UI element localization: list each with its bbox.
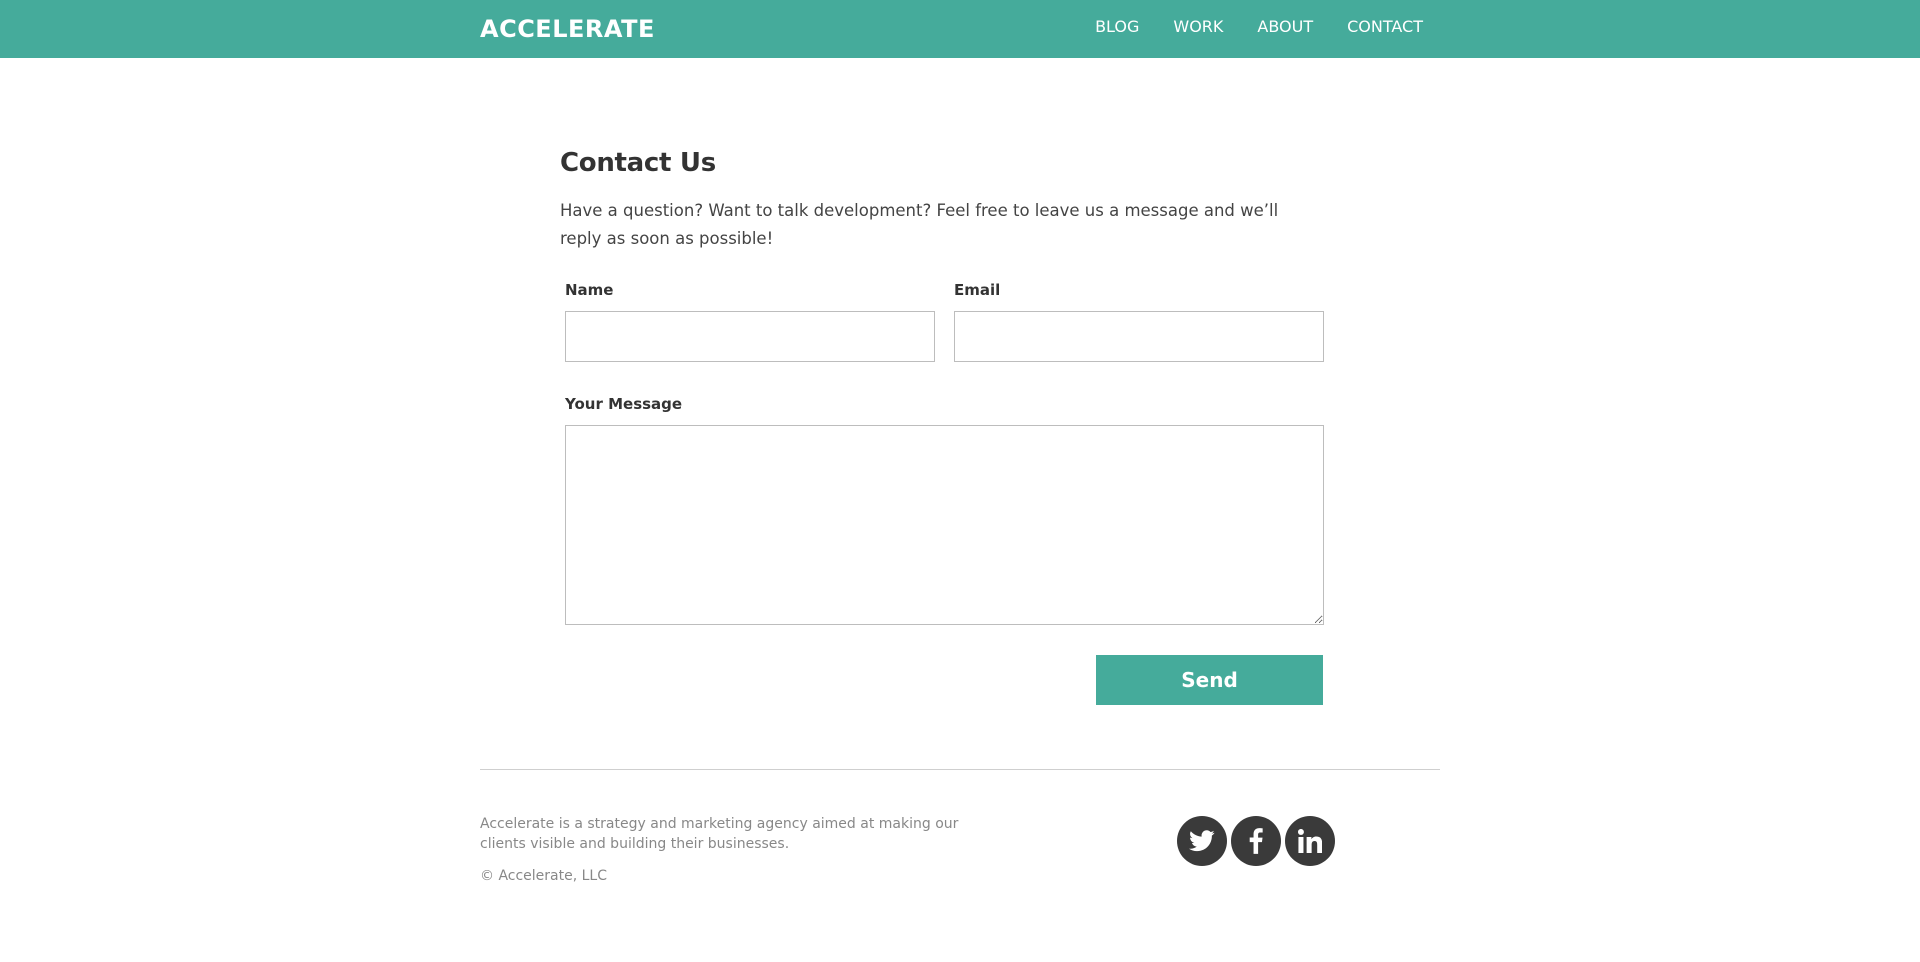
page-title: Contact Us (560, 148, 716, 178)
facebook-link[interactable] (1231, 816, 1281, 866)
linkedin-icon (1298, 829, 1322, 853)
linkedin-link[interactable] (1285, 816, 1335, 866)
top-navigation-bar: ACCELERATE BLOG WORK ABOUT CONTACT (0, 0, 1920, 58)
nav-link-blog[interactable]: BLOG (1095, 17, 1139, 36)
twitter-link[interactable] (1177, 816, 1227, 866)
name-field[interactable] (565, 311, 935, 362)
intro-text: Have a question? Want to talk developmen… (560, 201, 1279, 248)
send-button[interactable]: Send (1096, 655, 1323, 705)
twitter-icon (1189, 830, 1215, 852)
message-label: Your Message (565, 395, 683, 413)
facebook-icon (1249, 828, 1263, 854)
message-textarea[interactable] (565, 425, 1324, 625)
nav-link-work[interactable]: WORK (1173, 17, 1223, 36)
footer-divider (480, 769, 1440, 770)
social-links (1177, 816, 1335, 866)
copyright-text: © Accelerate, LLC (480, 868, 608, 884)
name-label: Name (565, 281, 614, 299)
main-nav: BLOG WORK ABOUT CONTACT (1095, 17, 1423, 36)
nav-link-about[interactable]: ABOUT (1257, 17, 1313, 36)
email-field[interactable] (954, 311, 1324, 362)
contact-section: Contact Us Have a question? Want to talk… (560, 148, 1330, 253)
nav-link-contact[interactable]: CONTACT (1347, 17, 1423, 36)
site-logo[interactable]: ACCELERATE (480, 15, 655, 43)
email-label: Email (954, 281, 1001, 299)
footer-about-text: Accelerate is a strategy and marketing a… (480, 816, 959, 852)
